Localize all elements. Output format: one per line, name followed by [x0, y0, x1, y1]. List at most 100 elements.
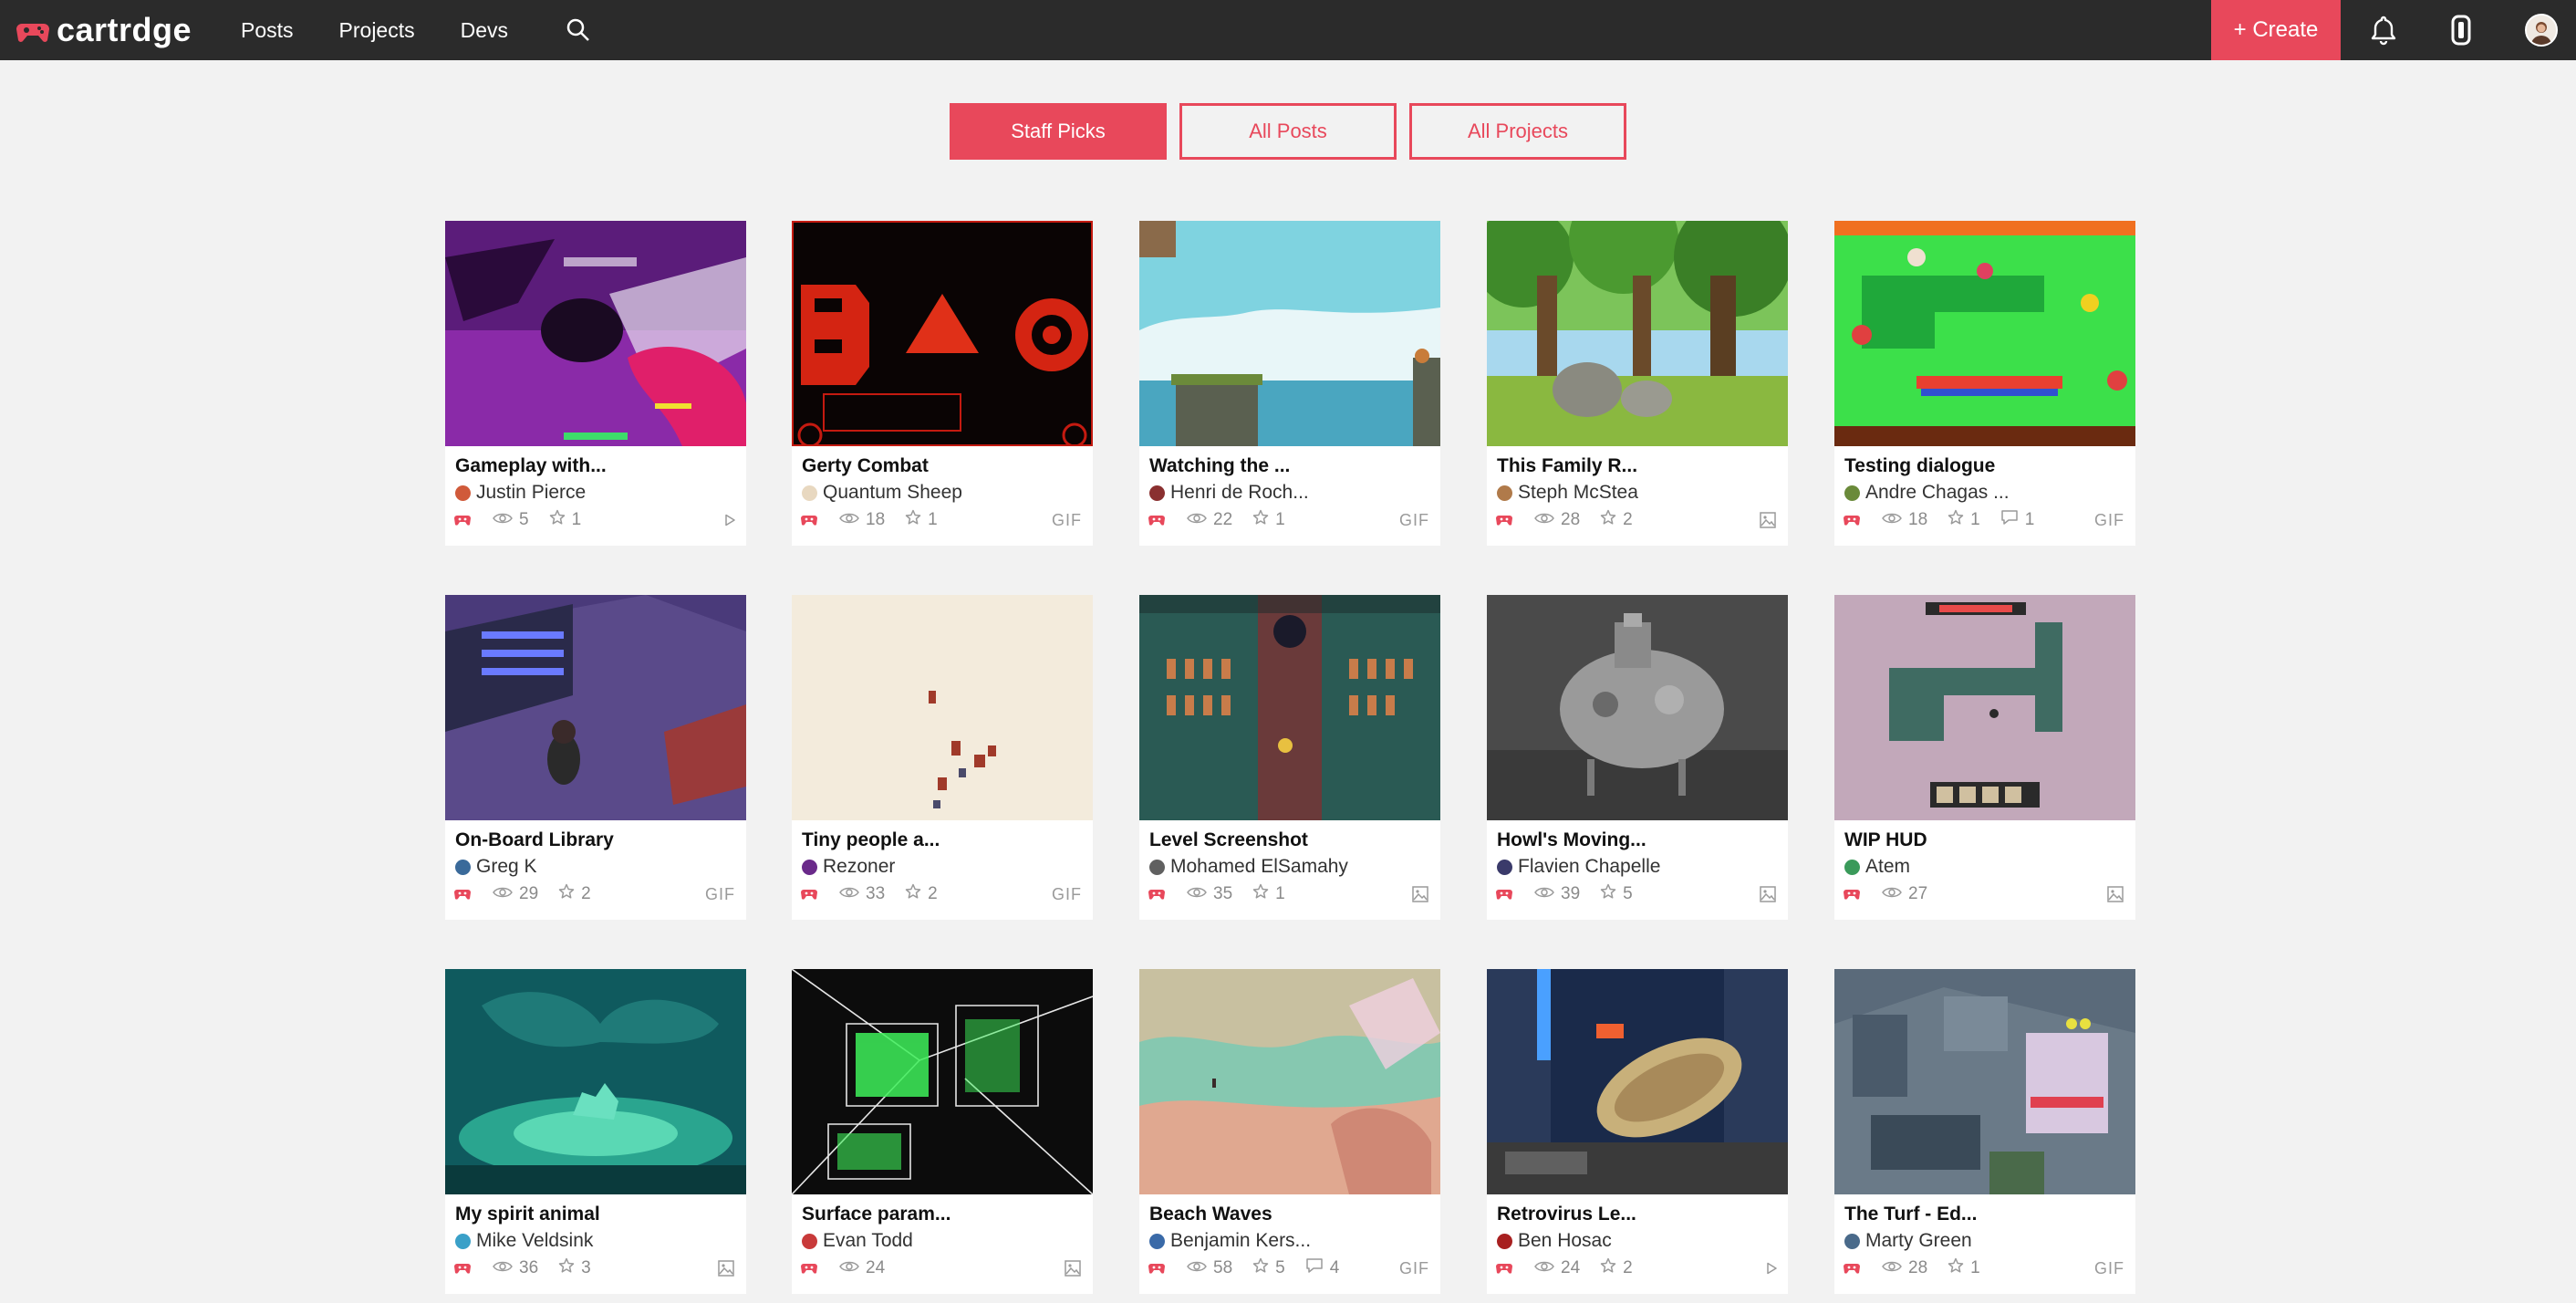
post-card[interactable]: Watching the ... Henri de Roch... 22 1 GI… — [1139, 221, 1440, 546]
stars-stat[interactable]: 1 — [549, 509, 581, 531]
post-author[interactable]: Andre Chagas ... — [1844, 482, 2010, 504]
stars-stat[interactable]: 2 — [1600, 1257, 1633, 1279]
cartridge-icon[interactable] — [1496, 1261, 1512, 1276]
post-card[interactable]: This Family R... Steph McStea 28 2 — [1487, 221, 1788, 546]
post-author[interactable]: Marty Green — [1844, 1230, 1972, 1252]
post-card[interactable]: On-Board Library Greg K 29 2 GIF — [445, 595, 746, 920]
cartridge-icon[interactable] — [801, 1261, 817, 1276]
post-thumbnail[interactable] — [445, 969, 746, 1194]
stars-stat[interactable]: 2 — [1600, 509, 1633, 531]
stars-stat[interactable]: 1 — [1252, 883, 1285, 905]
post-author[interactable]: Quantum Sheep — [802, 482, 962, 504]
search-icon[interactable] — [566, 17, 591, 47]
post-author[interactable]: Henri de Roch... — [1149, 482, 1309, 504]
post-title[interactable]: Retrovirus Le... — [1497, 1204, 1636, 1225]
stars-stat[interactable]: 2 — [905, 883, 938, 905]
nav-devs[interactable]: Devs — [461, 18, 508, 43]
post-author[interactable]: Mike Veldsink — [455, 1230, 593, 1252]
post-card[interactable]: Beach Waves Benjamin Kers... 58 5 4 GIF — [1139, 969, 1440, 1294]
cartridge-icon[interactable] — [2441, 0, 2481, 60]
post-author[interactable]: Evan Todd — [802, 1230, 913, 1252]
cartridge-icon[interactable] — [1496, 513, 1512, 527]
stars-stat[interactable]: 1 — [1948, 509, 1980, 531]
post-title[interactable]: Howl's Moving... — [1497, 829, 1646, 851]
post-card[interactable]: Surface param... Evan Todd 24 — [792, 969, 1093, 1294]
tab-staff-picks[interactable]: Staff Picks — [950, 103, 1167, 160]
nav-projects[interactable]: Projects — [339, 18, 415, 43]
post-title[interactable]: My spirit animal — [455, 1204, 600, 1225]
cartridge-icon[interactable] — [1844, 513, 1860, 527]
post-author[interactable]: Steph McStea — [1497, 482, 1638, 504]
post-author[interactable]: Atem — [1844, 856, 1910, 878]
user-avatar[interactable] — [2521, 0, 2561, 60]
post-title[interactable]: Beach Waves — [1149, 1204, 1272, 1225]
cartridge-icon[interactable] — [801, 887, 817, 902]
post-title[interactable]: This Family R... — [1497, 455, 1637, 477]
post-thumbnail[interactable] — [1139, 595, 1440, 820]
post-card[interactable]: Howl's Moving... Flavien Chapelle 39 5 — [1487, 595, 1788, 920]
post-card[interactable]: My spirit animal Mike Veldsink 36 3 — [445, 969, 746, 1294]
stars-stat[interactable]: 5 — [1600, 883, 1633, 905]
stars-stat[interactable]: 1 — [1252, 509, 1285, 531]
cartridge-icon[interactable] — [454, 513, 471, 527]
cartridge-icon[interactable] — [1148, 513, 1165, 527]
tab-all-projects[interactable]: All Projects — [1409, 103, 1626, 160]
post-title[interactable]: Testing dialogue — [1844, 455, 1995, 477]
stars-stat[interactable]: 1 — [905, 509, 938, 531]
post-thumbnail[interactable] — [792, 221, 1093, 446]
post-author[interactable]: Mohamed ElSamahy — [1149, 856, 1348, 878]
cartridge-icon[interactable] — [1844, 1261, 1860, 1276]
post-card[interactable]: Level Screenshot Mohamed ElSamahy 35 1 — [1139, 595, 1440, 920]
cartridge-icon[interactable] — [1148, 1261, 1165, 1276]
create-button[interactable]: + Create — [2211, 0, 2341, 60]
post-title[interactable]: Surface param... — [802, 1204, 950, 1225]
post-card[interactable]: Testing dialogue Andre Chagas ... 18 1 1… — [1834, 221, 2135, 546]
stars-stat[interactable]: 5 — [1252, 1257, 1285, 1279]
post-author[interactable]: Flavien Chapelle — [1497, 856, 1660, 878]
post-author[interactable]: Justin Pierce — [455, 482, 586, 504]
stars-stat[interactable]: 3 — [558, 1257, 591, 1279]
post-thumbnail[interactable] — [1139, 221, 1440, 446]
tab-all-posts[interactable]: All Posts — [1179, 103, 1397, 160]
bell-icon[interactable] — [2363, 0, 2405, 60]
post-card[interactable]: Gameplay with... Justin Pierce 5 1 — [445, 221, 746, 546]
post-thumbnail[interactable] — [1487, 969, 1788, 1194]
cartridge-icon[interactable] — [1844, 887, 1860, 902]
post-thumbnail[interactable] — [792, 595, 1093, 820]
post-thumbnail[interactable] — [445, 221, 746, 446]
cartridge-icon[interactable] — [454, 1261, 471, 1276]
post-thumbnail[interactable] — [1834, 221, 2135, 446]
post-author[interactable]: Ben Hosac — [1497, 1230, 1612, 1252]
post-author[interactable]: Greg K — [455, 856, 537, 878]
post-title[interactable]: On-Board Library — [455, 829, 614, 851]
post-thumbnail[interactable] — [1487, 595, 1788, 820]
post-thumbnail[interactable] — [1834, 969, 2135, 1194]
post-author[interactable]: Benjamin Kers... — [1149, 1230, 1311, 1252]
cartridge-icon[interactable] — [801, 513, 817, 527]
comments-stat[interactable]: 4 — [1305, 1257, 1339, 1279]
post-title[interactable]: Level Screenshot — [1149, 829, 1308, 851]
post-card[interactable]: Tiny people a... Rezoner 33 2 GIF — [792, 595, 1093, 920]
post-thumbnail[interactable] — [1139, 969, 1440, 1194]
post-title[interactable]: Tiny people a... — [802, 829, 940, 851]
nav-posts[interactable]: Posts — [241, 18, 294, 43]
post-title[interactable]: Gerty Combat — [802, 455, 929, 477]
comments-stat[interactable]: 1 — [2000, 509, 2034, 531]
post-title[interactable]: Watching the ... — [1149, 455, 1290, 477]
post-card[interactable]: WIP HUD Atem 27 — [1834, 595, 2135, 920]
cartridge-icon[interactable] — [454, 887, 471, 902]
post-card[interactable]: The Turf - Ed... Marty Green 28 1 GIF — [1834, 969, 2135, 1294]
post-thumbnail[interactable] — [445, 595, 746, 820]
stars-stat[interactable]: 1 — [1948, 1257, 1980, 1279]
post-thumbnail[interactable] — [1487, 221, 1788, 446]
cartridge-icon[interactable] — [1148, 887, 1165, 902]
post-title[interactable]: Gameplay with... — [455, 455, 607, 477]
post-thumbnail[interactable] — [1834, 595, 2135, 820]
app-logo[interactable]: cartrdge — [16, 0, 192, 60]
post-title[interactable]: The Turf - Ed... — [1844, 1204, 1977, 1225]
post-thumbnail[interactable] — [792, 969, 1093, 1194]
post-title[interactable]: WIP HUD — [1844, 829, 1927, 851]
cartridge-icon[interactable] — [1496, 887, 1512, 902]
stars-stat[interactable]: 2 — [558, 883, 591, 905]
post-card[interactable]: Retrovirus Le... Ben Hosac 24 2 — [1487, 969, 1788, 1294]
